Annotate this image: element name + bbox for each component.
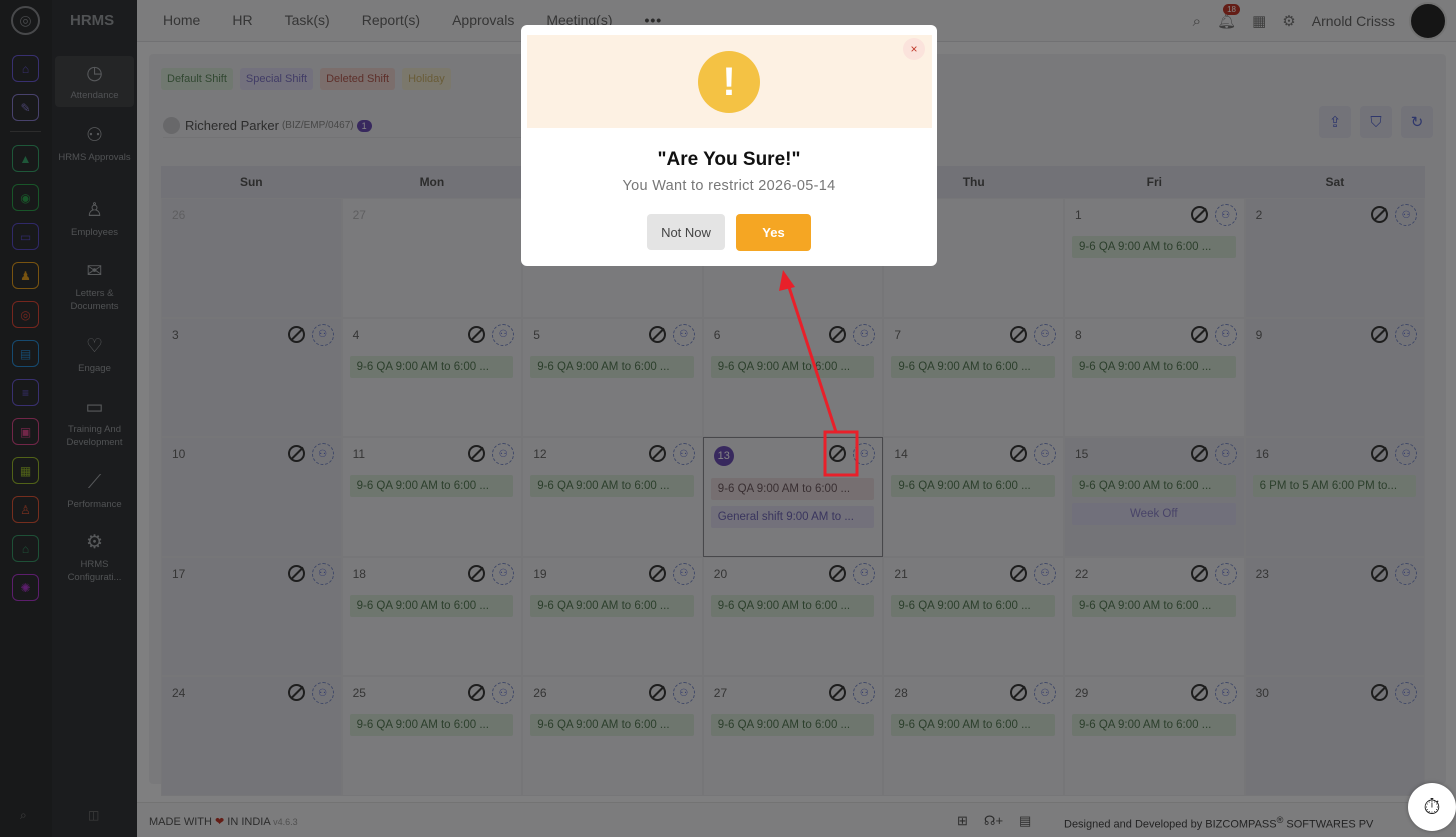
close-icon[interactable]: × — [903, 38, 925, 60]
warning-icon: ! — [698, 51, 760, 113]
stopwatch-icon[interactable]: ⏱︎ — [1408, 783, 1456, 831]
confirm-dialog: × ! "Are You Sure!" You Want to restrict… — [521, 25, 937, 266]
not-now-button[interactable]: Not Now — [647, 214, 725, 250]
dialog-message: You Want to restrict 2026-05-14 — [622, 178, 836, 194]
dialog-title: "Are You Sure!" — [657, 149, 801, 170]
dialog-header: × ! — [527, 35, 932, 128]
yes-button[interactable]: Yes — [736, 214, 811, 251]
